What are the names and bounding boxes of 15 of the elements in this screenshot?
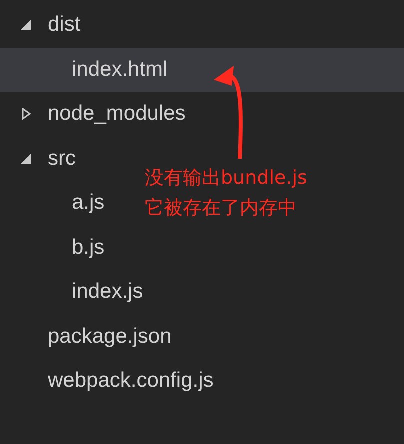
file-name[interactable]: index.js [72,280,144,304]
annotation-text: 没有输出bundle.js [145,166,308,191]
file-name[interactable]: index.html [72,58,168,82]
file-name[interactable]: webpack.config.js [48,369,214,394]
expanded-triangle-icon[interactable] [20,152,32,165]
collapsed-triangle-icon[interactable] [20,108,32,120]
expanded-triangle-icon[interactable] [20,19,32,32]
folder-name[interactable]: node_modules [48,102,186,126]
file-name[interactable]: b.js [72,236,105,260]
file-name[interactable]: package.json [48,324,172,349]
file-name[interactable]: a.js [72,191,105,216]
selected-tree-row[interactable]: index.html [0,48,404,92]
annotation-text: 它被存在了内存中 [145,196,298,221]
folder-name[interactable]: src [48,146,76,171]
folder-name[interactable]: dist [48,13,81,38]
